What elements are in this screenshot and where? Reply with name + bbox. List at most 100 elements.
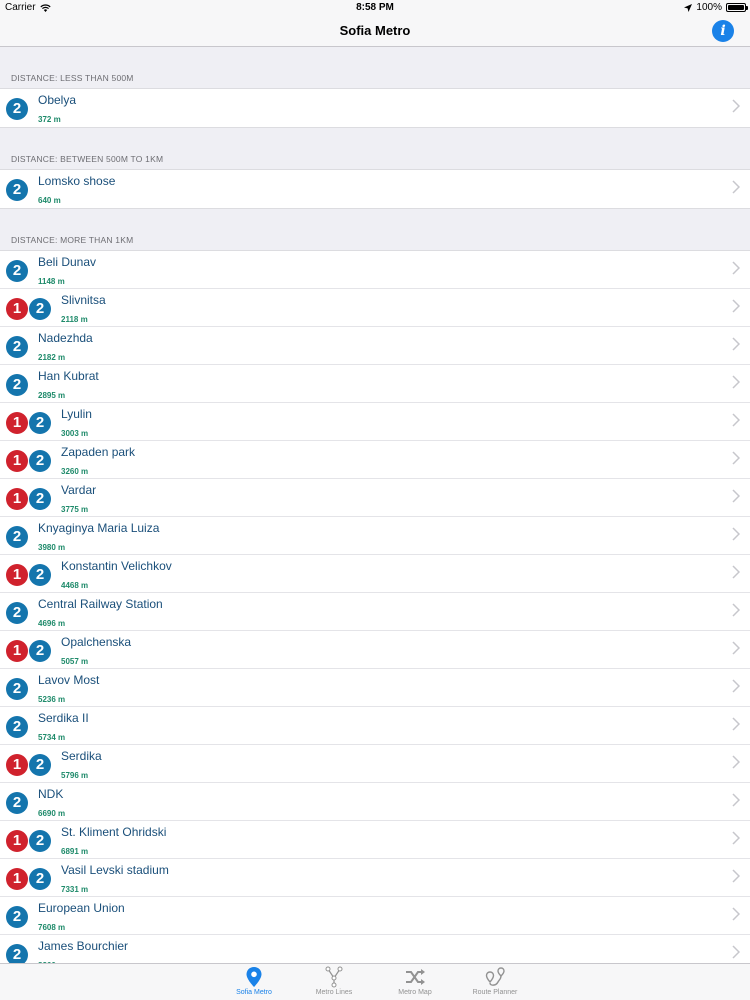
tab-label: Metro Lines xyxy=(315,989,353,996)
station-distance: 7608 m xyxy=(38,923,66,932)
station-row[interactable]: 2 Obelya 372 m xyxy=(0,89,750,127)
station-distance: 2118 m xyxy=(61,315,88,324)
station-distance: 2182 m xyxy=(38,353,66,362)
line-1-badge: 1 xyxy=(6,298,28,320)
station-row[interactable]: 1 2 St. Kliment Ohridski 6891 m xyxy=(0,821,750,859)
station-row[interactable]: 2 European Union 7608 m xyxy=(0,897,750,935)
station-row[interactable]: 1 2 Opalchenska 5057 m xyxy=(0,631,750,669)
station-name: European Union xyxy=(38,901,125,915)
line-2-badge: 2 xyxy=(29,564,51,586)
line-2-badge: 2 xyxy=(6,526,28,548)
status-right: 100% xyxy=(684,2,748,13)
line-2-badge: 2 xyxy=(6,602,28,624)
line-2-badge: 2 xyxy=(29,298,51,320)
line-2-badge: 2 xyxy=(6,906,28,928)
station-row[interactable]: 1 2 Zapaden park 3260 m xyxy=(0,441,750,479)
chevron-right-icon xyxy=(732,261,740,275)
station-row[interactable]: 1 2 Vardar 3775 m xyxy=(0,479,750,517)
chevron-right-icon xyxy=(732,451,740,465)
chevron-right-icon xyxy=(732,755,740,769)
tab-label: Route Planner xyxy=(472,989,518,996)
station-distance: 5236 m xyxy=(38,695,66,704)
chevron-right-icon xyxy=(732,565,740,579)
station-row[interactable]: 2 Knyaginya Maria Luiza 3980 m xyxy=(0,517,750,555)
chevron-right-icon xyxy=(732,679,740,693)
location-arrow-icon xyxy=(684,3,693,12)
status-time: 8:58 PM xyxy=(356,2,394,13)
station-row[interactable]: 1 2 Konstantin Velichkov 4468 m xyxy=(0,555,750,593)
station-row[interactable]: 1 2 Lyulin 3003 m xyxy=(0,403,750,441)
station-row[interactable]: 2 NDK 6690 m xyxy=(0,783,750,821)
tab-route-planner[interactable]: Route Planner xyxy=(460,965,530,1000)
chevron-right-icon xyxy=(732,413,740,427)
station-row[interactable]: 1 2 Vasil Levski stadium 7331 m xyxy=(0,859,750,897)
station-distance: 3003 m xyxy=(61,429,89,438)
line-2-badge: 2 xyxy=(6,98,28,120)
chevron-right-icon xyxy=(732,831,740,845)
station-row[interactable]: 2 Beli Dunav 1148 m xyxy=(0,251,750,289)
info-button[interactable]: i xyxy=(712,20,734,42)
station-row[interactable]: 2 Central Railway Station 4696 m xyxy=(0,593,750,631)
station-distance: 640 m xyxy=(38,196,61,205)
battery-percent: 100% xyxy=(696,2,722,13)
section-list: 2 Beli Dunav 1148 m 1 2 Slivnitsa 2118 m 2 Nadez… xyxy=(0,250,750,963)
station-distance: 1148 m xyxy=(38,277,65,286)
line-2-badge: 2 xyxy=(6,260,28,282)
tab-sofia-metro[interactable]: Sofia Metro xyxy=(219,965,289,1000)
shuffle-icon xyxy=(380,966,450,988)
line-2-badge: 2 xyxy=(6,944,28,963)
section-header: DISTANCE: BETWEEN 500M TO 1KM xyxy=(0,128,750,169)
status-bar: Carrier 8:58 PM 100% xyxy=(0,0,750,16)
station-name: Lavov Most xyxy=(38,673,100,687)
navigation-bar: Sofia Metro i xyxy=(0,16,750,47)
station-distance: 3980 m xyxy=(38,543,66,552)
station-name: Obelya xyxy=(38,93,77,107)
section-list: 2 Lomsko shose 640 m xyxy=(0,169,750,209)
station-name: Vasil Levski stadium xyxy=(61,863,169,877)
station-distance: 5057 m xyxy=(61,657,89,666)
chevron-right-icon xyxy=(732,907,740,921)
line-1-badge: 1 xyxy=(6,488,28,510)
station-name: Beli Dunav xyxy=(38,255,97,269)
chevron-right-icon xyxy=(732,717,740,731)
tab-bar: Sofia Metro Metro Lines Metro Map Route Pla… xyxy=(0,963,750,1000)
station-distance: 5796 m xyxy=(61,771,89,780)
metro-lines-icon xyxy=(299,966,369,988)
station-row[interactable]: 2 Nadezhda 2182 m xyxy=(0,327,750,365)
section-header-label: DISTANCE: MORE THAN 1KM xyxy=(11,235,134,245)
station-name: NDK xyxy=(38,787,64,801)
station-row[interactable]: 2 Serdika II 5734 m xyxy=(0,707,750,745)
line-2-badge: 2 xyxy=(6,678,28,700)
line-2-badge: 2 xyxy=(29,488,51,510)
tab-metro-lines[interactable]: Metro Lines xyxy=(299,965,369,1000)
chevron-right-icon xyxy=(732,945,740,959)
station-name: Serdika II xyxy=(38,711,89,725)
station-name: Opalchenska xyxy=(61,635,132,649)
station-row[interactable]: 2 Han Kubrat 2895 m xyxy=(0,365,750,403)
station-distance: 372 m xyxy=(38,115,61,124)
station-name: Konstantin Velichkov xyxy=(61,559,172,573)
chevron-right-icon xyxy=(732,869,740,883)
station-name: James Bourchier xyxy=(38,939,129,953)
station-row[interactable]: 2 Lomsko shose 640 m xyxy=(0,170,750,208)
line-2-badge: 2 xyxy=(29,412,51,434)
station-row[interactable]: 2James Bourchier8360 m xyxy=(0,935,750,963)
chevron-right-icon xyxy=(732,603,740,617)
chevron-right-icon xyxy=(732,641,740,655)
chevron-right-icon xyxy=(732,299,740,313)
tab-metro-map[interactable]: Metro Map xyxy=(380,965,450,1000)
station-row[interactable]: 2 Lavov Most 5236 m xyxy=(0,669,750,707)
station-list[interactable]: DISTANCE: LESS THAN 500M 2 Obelya 372 m DIST… xyxy=(0,47,750,963)
line-1-badge: 1 xyxy=(6,754,28,776)
station-name: Nadezhda xyxy=(38,331,93,345)
station-row[interactable]: 1 2 Slivnitsa 2118 m xyxy=(0,289,750,327)
station-distance: 3260 m xyxy=(61,467,89,476)
chevron-right-icon xyxy=(732,375,740,389)
line-2-badge: 2 xyxy=(29,640,51,662)
station-name: Han Kubrat xyxy=(38,369,99,383)
station-row[interactable]: 1 2 Serdika 5796 m xyxy=(0,745,750,783)
line-2-badge: 2 xyxy=(29,450,51,472)
station-name: Vardar xyxy=(61,483,97,497)
station-distance: 2895 m xyxy=(38,391,66,400)
line-2-badge: 2 xyxy=(6,374,28,396)
